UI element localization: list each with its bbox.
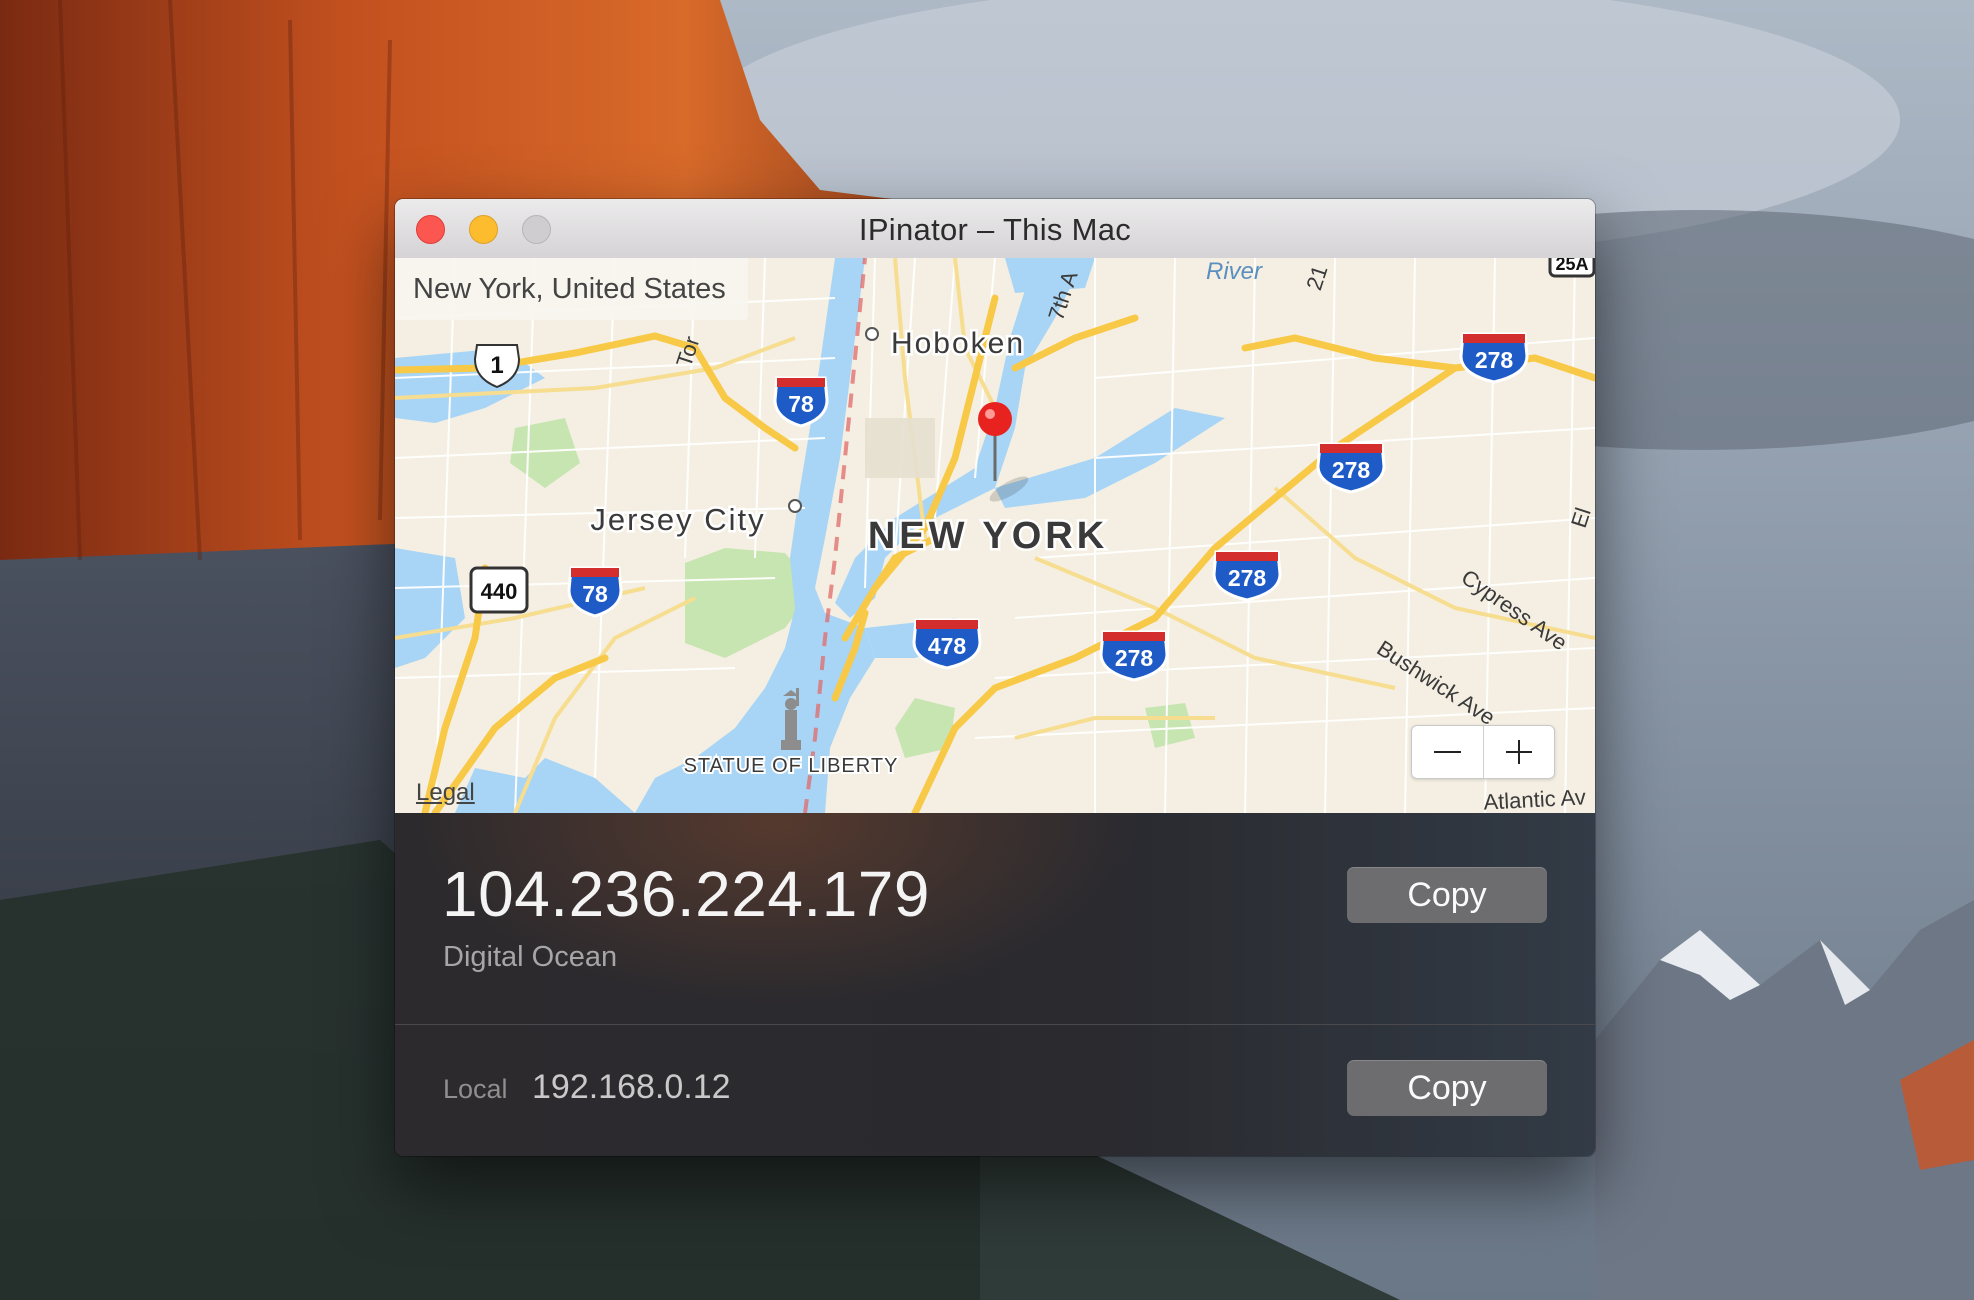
shield-i278-d-text: 278 xyxy=(1475,347,1514,373)
upper-bay xyxy=(455,758,635,813)
location-label: New York, United States xyxy=(395,258,748,320)
park-brooklyn xyxy=(1145,703,1195,748)
shield-i278-a: 278 xyxy=(1099,630,1169,682)
minus-icon xyxy=(1434,751,1461,753)
shield-us1-text: 1 xyxy=(490,352,503,379)
public-ip-address: 104.236.224.179 xyxy=(442,858,930,930)
ip-info-panel: 104.236.224.179 Digital Ocean Copy Local… xyxy=(395,813,1595,1156)
shield-i278-c: 278 xyxy=(1316,442,1386,494)
label-jersey-city: Jersey City xyxy=(590,502,765,537)
shield-i78-west-text: 78 xyxy=(582,581,608,607)
copy-public-ip-button[interactable]: Copy xyxy=(1347,867,1547,923)
shield-nj440: 440 xyxy=(469,566,529,614)
ipinator-window: IPinator – This Mac 1 78 440 78 478 278 … xyxy=(395,199,1595,1156)
shield-i278-a-text: 278 xyxy=(1115,645,1154,671)
shield-i278-b: 278 xyxy=(1212,550,1282,602)
shield-nj440-text: 440 xyxy=(481,579,518,604)
label-river: River xyxy=(1206,258,1263,285)
divider xyxy=(395,1024,1595,1025)
west-water-2 xyxy=(395,548,465,668)
shield-i278-d: 278 xyxy=(1459,332,1529,384)
label-atlantic-ave: Atlantic Av xyxy=(1483,784,1586,813)
location-map[interactable]: 1 78 440 78 478 278 278 278 278 25A Hobo… xyxy=(395,258,1595,813)
hoboken-marker xyxy=(865,327,879,341)
shield-i478-text: 478 xyxy=(928,633,967,659)
copy-local-ip-button[interactable]: Copy xyxy=(1347,1060,1547,1116)
shield-i278-c-text: 278 xyxy=(1332,457,1371,483)
shield-25a: 25A xyxy=(1548,258,1595,278)
local-ip-address: 192.168.0.12 xyxy=(532,1068,731,1106)
shield-i278-b-text: 278 xyxy=(1228,565,1267,591)
label-statue-of-liberty: STATUE OF LIBERTY xyxy=(684,755,899,777)
label-21: 21 xyxy=(1301,262,1332,293)
label-new-york: NEW YORK xyxy=(868,515,1108,557)
shield-i78-east-text: 78 xyxy=(788,391,814,417)
local-ip-label: Local xyxy=(443,1074,508,1104)
title-bar[interactable]: IPinator – This Mac xyxy=(395,199,1595,259)
jersey-city-marker xyxy=(788,499,802,513)
zoom-control xyxy=(1411,725,1555,779)
zoom-in-button[interactable] xyxy=(1482,726,1555,778)
legal-link[interactable]: Legal xyxy=(416,779,475,807)
zoom-out-button[interactable] xyxy=(1412,726,1483,778)
shield-i78-west: 78 xyxy=(567,566,623,618)
shield-25a-text: 25A xyxy=(1555,258,1588,274)
shield-i478: 478 xyxy=(912,618,982,670)
ip-provider: Digital Ocean xyxy=(443,941,618,973)
label-cypress-ave: Cypress Ave xyxy=(1457,564,1572,655)
label-hoboken: Hoboken xyxy=(891,327,1025,360)
shield-i78-east: 78 xyxy=(773,376,829,428)
window-title: IPinator – This Mac xyxy=(858,212,1132,247)
